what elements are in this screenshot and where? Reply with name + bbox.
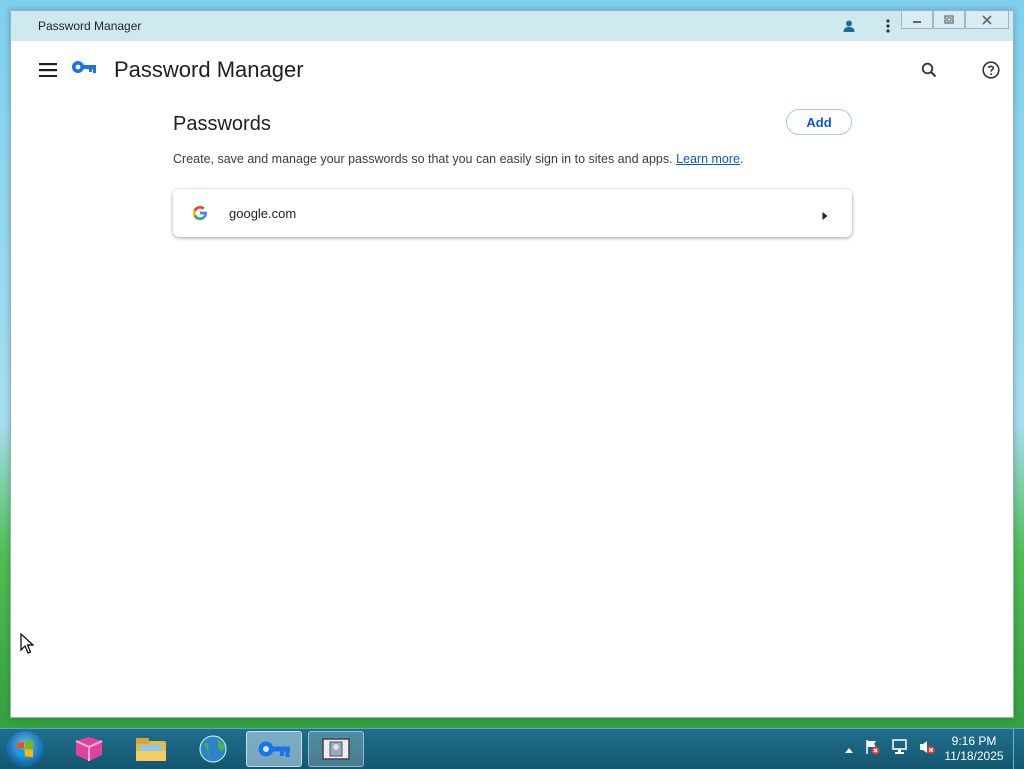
more-options-icon[interactable] (878, 16, 898, 36)
clock-date: 11/18/2025 (944, 749, 1004, 763)
title-bar[interactable]: Password Manager (11, 11, 1013, 41)
show-desktop-button[interactable] (1013, 729, 1024, 769)
volume-muted-icon[interactable] (918, 739, 936, 760)
mouse-cursor-icon (20, 632, 35, 660)
taskbar-clock[interactable]: 9:16 PM 11/18/2025 (938, 734, 1010, 764)
app-title: Password Manager (114, 57, 304, 82)
password-list-item[interactable]: google.com (173, 189, 852, 237)
window-controls (901, 11, 1009, 29)
section-title: Passwords (173, 113, 271, 135)
pink-app-icon[interactable] (61, 731, 117, 767)
password-manager-window: Password Manager Password Manager Passwo… (10, 10, 1014, 718)
learn-more-link[interactable]: Learn more (676, 152, 740, 166)
action-center-warning-icon[interactable] (864, 739, 880, 760)
description-text: Create, save and manage your passwords s… (173, 152, 673, 166)
hamburger-menu-icon[interactable] (36, 58, 60, 82)
system-tray (844, 739, 936, 760)
minimize-icon[interactable] (901, 11, 933, 29)
app-header: Password Manager (11, 41, 1013, 97)
section-description: Create, save and manage your passwords s… (173, 152, 744, 166)
password-site-name: google.com (229, 206, 297, 221)
add-password-button[interactable]: Add (786, 109, 852, 135)
clock-time: 9:16 PM (951, 734, 997, 748)
password-manager-key-icon[interactable] (246, 731, 302, 767)
key-icon (71, 59, 97, 80)
help-icon[interactable] (979, 58, 1003, 82)
expand-arrow-icon[interactable] (821, 208, 829, 226)
window-preview-icon[interactable] (308, 731, 364, 767)
start-orb-icon[interactable] (6, 731, 44, 767)
file-explorer-icon[interactable] (123, 731, 179, 767)
profile-icon[interactable] (839, 16, 859, 36)
google-g-icon (192, 205, 208, 221)
close-icon[interactable] (965, 11, 1009, 29)
show-hidden-icons-icon[interactable] (844, 741, 854, 759)
search-icon[interactable] (917, 58, 941, 82)
browser-globe-icon[interactable] (185, 731, 241, 767)
restore-icon[interactable] (933, 11, 965, 29)
description-end: . (740, 152, 744, 166)
taskbar: 9:16 PM 11/18/2025 (0, 728, 1024, 769)
network-icon[interactable] (890, 739, 908, 760)
window-title: Password Manager (38, 19, 142, 33)
